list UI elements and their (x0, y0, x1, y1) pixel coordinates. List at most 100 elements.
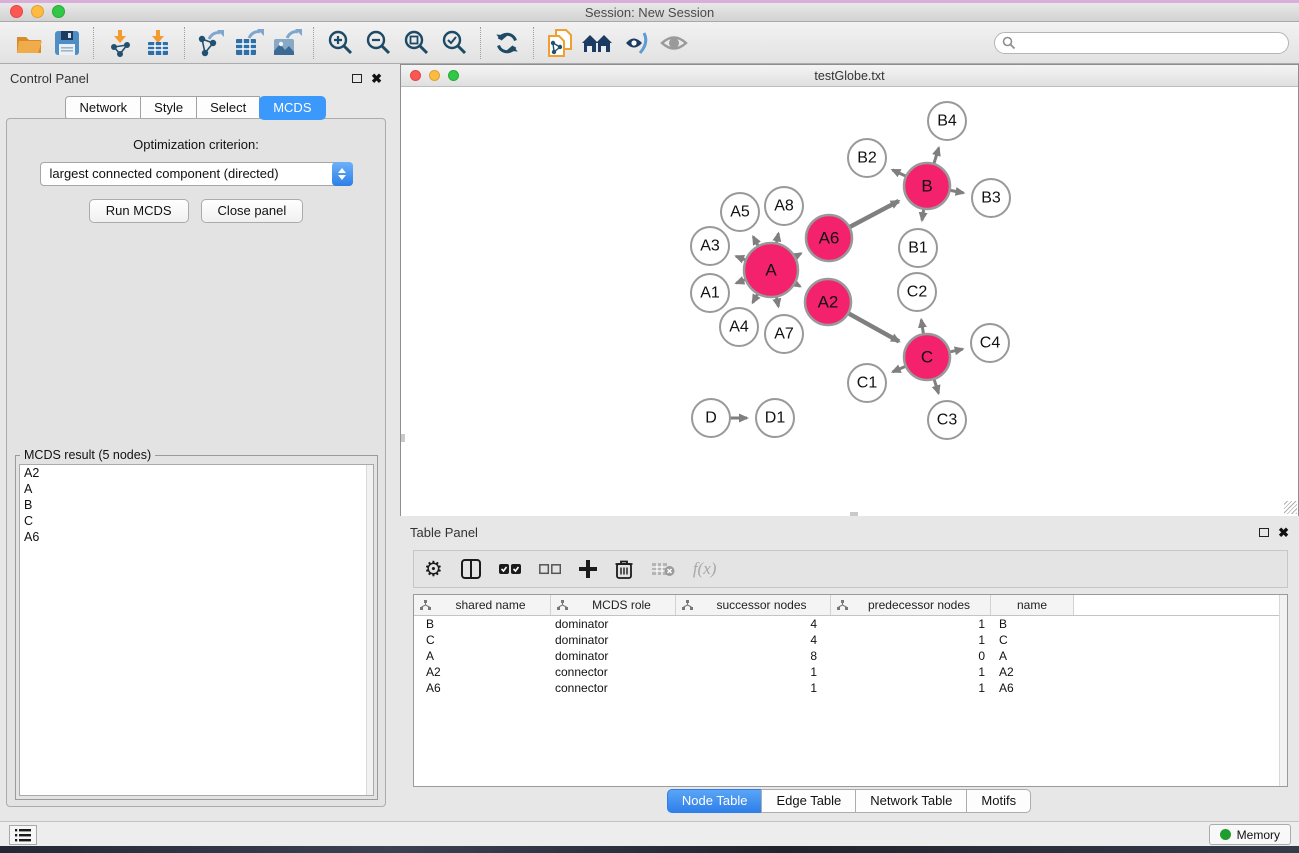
export-network-button[interactable] (192, 25, 230, 61)
node-D[interactable]: D (692, 399, 730, 437)
node-B[interactable]: B (904, 163, 950, 209)
tab-style[interactable]: Style (140, 96, 197, 120)
node-A5[interactable]: A5 (721, 193, 759, 231)
table-cell[interactable]: 1 (676, 680, 831, 696)
tab-node-table[interactable]: Node Table (667, 789, 763, 813)
delete-row-trash-icon[interactable] (615, 559, 633, 579)
node-C[interactable]: C (904, 334, 950, 380)
add-row-icon[interactable] (579, 560, 597, 578)
list-scrollbar[interactable] (366, 465, 373, 795)
table-cell[interactable]: B (991, 616, 1074, 632)
node-C3[interactable]: C3 (928, 401, 966, 439)
table-cell[interactable]: 1 (831, 664, 991, 680)
export-image-button[interactable] (268, 25, 306, 61)
table-row[interactable]: A2connector11A2 (414, 664, 1287, 680)
float-panel-icon[interactable] (352, 74, 362, 83)
network-canvas[interactable]: AA1A3A5A8A4A7A6A2BB2B4B3B1CC2C4C1C3DD1 (401, 87, 1298, 516)
table-cell[interactable]: 0 (831, 648, 991, 664)
node-B4[interactable]: B4 (928, 102, 966, 140)
zoom-fit-button[interactable] (397, 25, 435, 61)
table-cell[interactable]: A2 (991, 664, 1074, 680)
table-cell[interactable]: dominator (551, 648, 676, 664)
memory-button[interactable]: Memory (1209, 824, 1291, 845)
window-resize-grip[interactable] (1284, 501, 1297, 514)
close-panel-icon[interactable]: ✖ (371, 72, 382, 85)
show-hide-button[interactable] (655, 25, 693, 61)
column-header-successor-nodes[interactable]: successor nodes (676, 595, 831, 615)
table-cell[interactable]: 8 (676, 648, 831, 664)
mcds-result-list[interactable]: A2ABCA6 (19, 464, 374, 796)
column-header-predecessor-nodes[interactable]: predecessor nodes (831, 595, 991, 615)
node-A6[interactable]: A6 (806, 215, 852, 261)
node-A[interactable]: A (744, 243, 798, 297)
mcds-result-item[interactable]: A2 (20, 465, 373, 481)
table-cell[interactable]: A (991, 648, 1074, 664)
table-cell[interactable]: 4 (676, 616, 831, 632)
run-mcds-button[interactable]: Run MCDS (89, 199, 189, 223)
node-C1[interactable]: C1 (848, 364, 886, 402)
tab-edge-table[interactable]: Edge Table (761, 789, 856, 813)
table-cell[interactable]: connector (551, 680, 676, 696)
table-cell[interactable]: connector (551, 664, 676, 680)
node-B2[interactable]: B2 (848, 139, 886, 177)
column-header-name[interactable]: name (991, 595, 1074, 615)
node-A3[interactable]: A3 (691, 227, 729, 265)
node-B1[interactable]: B1 (899, 229, 937, 267)
select-all-icon[interactable] (499, 563, 521, 575)
export-table-button[interactable] (230, 25, 268, 61)
table-cell[interactable]: dominator (551, 632, 676, 648)
tab-network-table[interactable]: Network Table (855, 789, 967, 813)
table-cell[interactable]: C (991, 632, 1074, 648)
search-input[interactable] (994, 32, 1289, 54)
zoom-in-button[interactable] (321, 25, 359, 61)
node-B3[interactable]: B3 (972, 179, 1010, 217)
close-panel-icon[interactable]: ✖ (1278, 526, 1289, 539)
close-panel-button[interactable]: Close panel (201, 199, 304, 223)
node-A7[interactable]: A7 (765, 315, 803, 353)
zoom-selected-button[interactable] (435, 25, 473, 61)
duplicate-network-button[interactable] (541, 25, 579, 61)
save-session-button[interactable] (48, 25, 86, 61)
table-scrollbar[interactable] (1279, 595, 1287, 786)
mcds-result-item[interactable]: A6 (20, 529, 373, 545)
column-header-shared-name[interactable]: shared name (414, 595, 551, 615)
network-window-titlebar[interactable]: testGlobe.txt (401, 65, 1298, 87)
table-cell[interactable]: 1 (831, 680, 991, 696)
optimization-criterion-select[interactable]: largest connected component (directed) (40, 162, 353, 186)
node-A1[interactable]: A1 (691, 274, 729, 312)
node-table[interactable]: shared nameMCDS rolesuccessor nodesprede… (413, 594, 1288, 787)
table-row[interactable]: Adominator80A (414, 648, 1287, 664)
table-cell[interactable]: A (414, 648, 551, 664)
table-cell[interactable]: 1 (831, 616, 991, 632)
table-cell[interactable]: A6 (414, 680, 551, 696)
open-session-button[interactable] (10, 25, 48, 61)
table-cell[interactable]: 1 (831, 632, 991, 648)
table-row[interactable]: Bdominator41B (414, 616, 1287, 632)
node-C2[interactable]: C2 (898, 273, 936, 311)
tab-network[interactable]: Network (65, 96, 141, 120)
graphics-details-button[interactable] (617, 25, 655, 61)
import-network-button[interactable] (101, 25, 139, 61)
task-history-button[interactable] (9, 825, 37, 845)
mcds-result-item[interactable]: B (20, 497, 373, 513)
node-A4[interactable]: A4 (720, 308, 758, 346)
table-cell[interactable]: dominator (551, 616, 676, 632)
node-D1[interactable]: D1 (756, 399, 794, 437)
table-settings-gear-icon[interactable]: ⚙ (424, 559, 443, 580)
tab-motifs[interactable]: Motifs (966, 789, 1031, 813)
zoom-out-button[interactable] (359, 25, 397, 61)
node-A2[interactable]: A2 (805, 279, 851, 325)
node-C4[interactable]: C4 (971, 324, 1009, 362)
table-cell[interactable]: A6 (991, 680, 1074, 696)
session-home-button[interactable] (579, 25, 617, 61)
table-row[interactable]: A6connector11A6 (414, 680, 1287, 696)
mcds-result-item[interactable]: C (20, 513, 373, 529)
table-cell[interactable]: A2 (414, 664, 551, 680)
float-panel-icon[interactable] (1259, 528, 1269, 537)
show-columns-icon[interactable] (461, 559, 481, 579)
table-cell[interactable]: C (414, 632, 551, 648)
edge-A2-C[interactable] (846, 312, 899, 341)
table-cell[interactable]: 1 (676, 664, 831, 680)
table-cell[interactable]: 4 (676, 632, 831, 648)
column-header-MCDS-role[interactable]: MCDS role (551, 595, 676, 615)
